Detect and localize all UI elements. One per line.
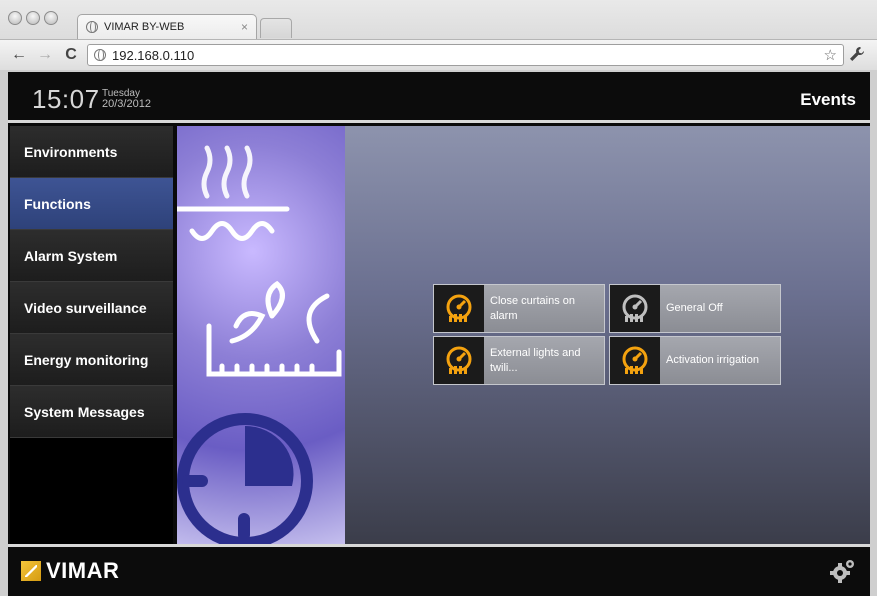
minimize-window-button[interactable] (26, 11, 40, 25)
app-header: 15:07 Tuesday 20/3/2012 Events (8, 72, 870, 123)
clock-date: Tuesday 20/3/2012 (102, 88, 151, 110)
back-icon[interactable]: ← (10, 46, 28, 64)
forward-icon[interactable]: → (36, 46, 54, 64)
globe-icon (94, 49, 106, 61)
browser-toolbar: ← → C 192.168.0.110 ☆ (0, 39, 877, 70)
page-title: Events (800, 90, 856, 109)
sidebar-item-label: Video surveillance (24, 299, 147, 316)
event-label: Activation irrigation (666, 354, 759, 366)
functions-illustration (177, 145, 342, 544)
sidebar-item-environments[interactable]: Environments (10, 126, 173, 178)
new-tab-button[interactable] (260, 18, 292, 38)
event-gauge-icon (434, 337, 484, 384)
event-gauge-icon (610, 337, 660, 384)
sidebar-item-label: Alarm System (24, 247, 118, 264)
zoom-window-button[interactable] (44, 11, 58, 25)
clock-time: 15:07 (32, 84, 100, 114)
sidebar-item-system-messages[interactable]: System Messages (10, 386, 173, 438)
sidebar-item-label: Environments (24, 143, 118, 160)
event-label: General Off (666, 302, 723, 314)
close-tab-icon[interactable]: × (241, 20, 248, 34)
tab-title: VIMAR BY-WEB (104, 21, 185, 33)
browser-tab[interactable]: VIMAR BY-WEB × (77, 14, 257, 39)
event-label: Close curtains on alarm (490, 294, 575, 322)
event-button[interactable]: Activation irrigation (609, 336, 781, 385)
sidebar-nav: Environments Functions Alarm System Vide… (10, 126, 173, 544)
vimar-logo: VIMAR (21, 558, 119, 584)
address-bar[interactable]: 192.168.0.110 ☆ (87, 44, 844, 66)
event-gauge-icon (610, 285, 660, 332)
events-panel: Close curtains on alarm General Off Exte… (345, 126, 870, 544)
browser-chrome: VIMAR BY-WEB × ← → C 192.168.0.110 ☆ (0, 0, 877, 70)
globe-icon (86, 21, 98, 33)
reload-icon[interactable]: C (62, 46, 80, 64)
sidebar-item-label: Functions (24, 195, 91, 212)
event-button[interactable]: Close curtains on alarm (433, 284, 605, 333)
window-controls (8, 11, 58, 25)
wrench-icon[interactable] (849, 46, 865, 66)
gear-icon[interactable] (830, 559, 856, 588)
vimar-logo-mark (21, 561, 41, 581)
sidebar-item-functions[interactable]: Functions (10, 178, 173, 230)
close-window-button[interactable] (8, 11, 22, 25)
sidebar-item-label: System Messages (24, 403, 145, 420)
app-footer: VIMAR (8, 544, 870, 596)
url-text[interactable]: 192.168.0.110 (112, 48, 824, 63)
vimar-app: 15:07 Tuesday 20/3/2012 Events Environme… (8, 72, 870, 596)
event-button[interactable]: External lights and twili... (433, 336, 605, 385)
vimar-logo-text: VIMAR (46, 558, 120, 583)
clock-full-date: 20/3/2012 (102, 98, 151, 110)
sidebar-item-video-surveillance[interactable]: Video surveillance (10, 282, 173, 334)
sidebar-item-energy-monitoring[interactable]: Energy monitoring (10, 334, 173, 386)
event-button[interactable]: General Off (609, 284, 781, 333)
bookmark-star-icon[interactable]: ☆ (824, 46, 837, 64)
event-gauge-icon (434, 285, 484, 332)
sidebar-item-alarm-system[interactable]: Alarm System (10, 230, 173, 282)
sidebar-item-label: Energy monitoring (24, 351, 149, 368)
functions-banner (177, 126, 345, 544)
event-label: External lights and twili... (490, 346, 581, 374)
